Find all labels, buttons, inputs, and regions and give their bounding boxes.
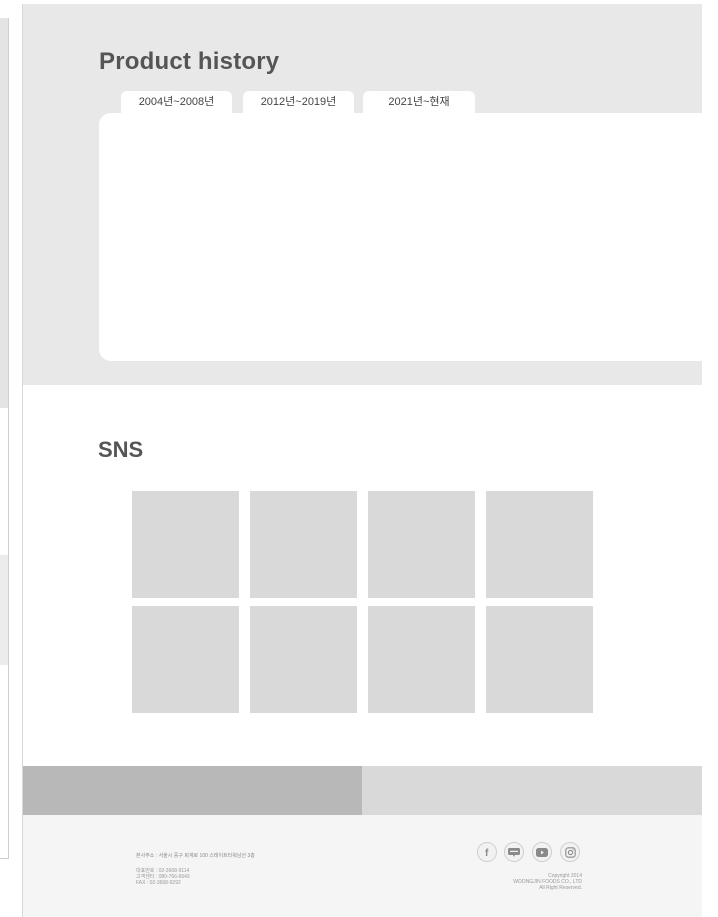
tab-2004-2008[interactable]: 2004년~2008년 [121,91,232,115]
footer-fax: FAX : 02-3668-9292 [136,880,181,886]
copyright: Copyright 2014 WOONGJIN FOODS CO., LTD A… [513,873,582,891]
footer: 본사주소 : 서울시 중구 퇴계로 100 스테이트타워남산 3층 대표번호 :… [23,815,702,917]
sns-tile[interactable] [486,606,593,713]
left-strip-bottom-border [0,858,9,859]
sns-tile[interactable] [486,491,593,598]
sns-tile[interactable] [368,606,475,713]
tab-2021-present[interactable]: 2021년~현재 [363,91,475,115]
facebook-icon[interactable]: f [477,842,497,862]
page-frame: Product history 2004년~2008년 2012년~2019년 … [22,4,702,917]
footer-top-band [23,766,702,815]
copyright-rights: All Right Reserved. [539,885,582,891]
left-strip-border [8,18,9,858]
sns-tile[interactable] [250,491,357,598]
svg-text:f: f [485,848,489,857]
sns-title: SNS [98,437,144,462]
sns-tile[interactable] [132,606,239,713]
tab-2012-2019[interactable]: 2012년~2019년 [243,91,354,115]
instagram-icon[interactable] [560,842,580,862]
sns-tile[interactable] [250,606,357,713]
product-history-title: Product history [99,48,280,75]
left-strip-shade-lower [0,555,8,665]
left-edge-strip [0,0,22,917]
band-light [362,766,702,815]
sns-tile[interactable] [368,491,475,598]
sns-section: SNS [23,385,702,766]
youtube-icon[interactable] [532,842,552,862]
history-content-panel [99,113,702,361]
blog-icon[interactable] [504,842,524,862]
left-strip-shade [0,18,8,408]
product-history-section: Product history 2004년~2008년 2012년~2019년 … [23,4,702,385]
sns-tile[interactable] [132,491,239,598]
footer-contacts: 대표번호 : 02-3668-9114 고객센터 : 080-766-6543 … [136,868,190,886]
footer-address: 본사주소 : 서울시 중구 퇴계로 100 스테이트타워남산 3층 [136,853,255,859]
band-dark [23,766,362,815]
